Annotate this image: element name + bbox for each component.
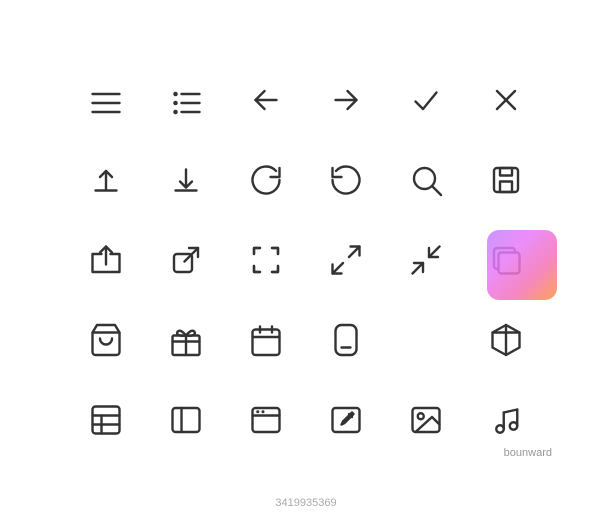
hamburger-menu-icon: [66, 60, 146, 140]
close-x-icon: [466, 60, 546, 140]
gradient-decoration: [487, 230, 557, 300]
browser-window-icon: [226, 380, 306, 460]
edit-pencil-icon: [306, 380, 386, 460]
save-icon: [466, 140, 546, 220]
gift-icon: [146, 300, 226, 380]
gradient-blob-cell: [386, 300, 466, 380]
stock-id-text: 3419935369: [275, 497, 336, 509]
fullscreen-expand-icon: [306, 220, 386, 300]
arrow-left-icon: [226, 60, 306, 140]
upload-icon: [66, 140, 146, 220]
table-grid-icon: [66, 380, 146, 460]
cube-3d-icon: [466, 300, 546, 380]
fullscreen-compress-icon: [386, 220, 466, 300]
selection-expand-icon: [226, 220, 306, 300]
phone-rounded-icon: [306, 300, 386, 380]
list-menu-icon: [146, 60, 226, 140]
refresh-cw-icon: [226, 140, 306, 220]
arrow-right-icon: [306, 60, 386, 140]
share-forward-icon: [66, 220, 146, 300]
external-link-icon: [146, 220, 226, 300]
sidebar-panel-icon: [146, 380, 226, 460]
image-photo-icon: [386, 380, 466, 460]
shopping-bag-icon: [66, 300, 146, 380]
download-icon: [146, 140, 226, 220]
search-icon: [386, 140, 466, 220]
calendar-icon: [226, 300, 306, 380]
refresh-ccw-icon: [306, 140, 386, 220]
watermark-text: bounward: [504, 447, 552, 459]
checkmark-icon: [386, 60, 466, 140]
